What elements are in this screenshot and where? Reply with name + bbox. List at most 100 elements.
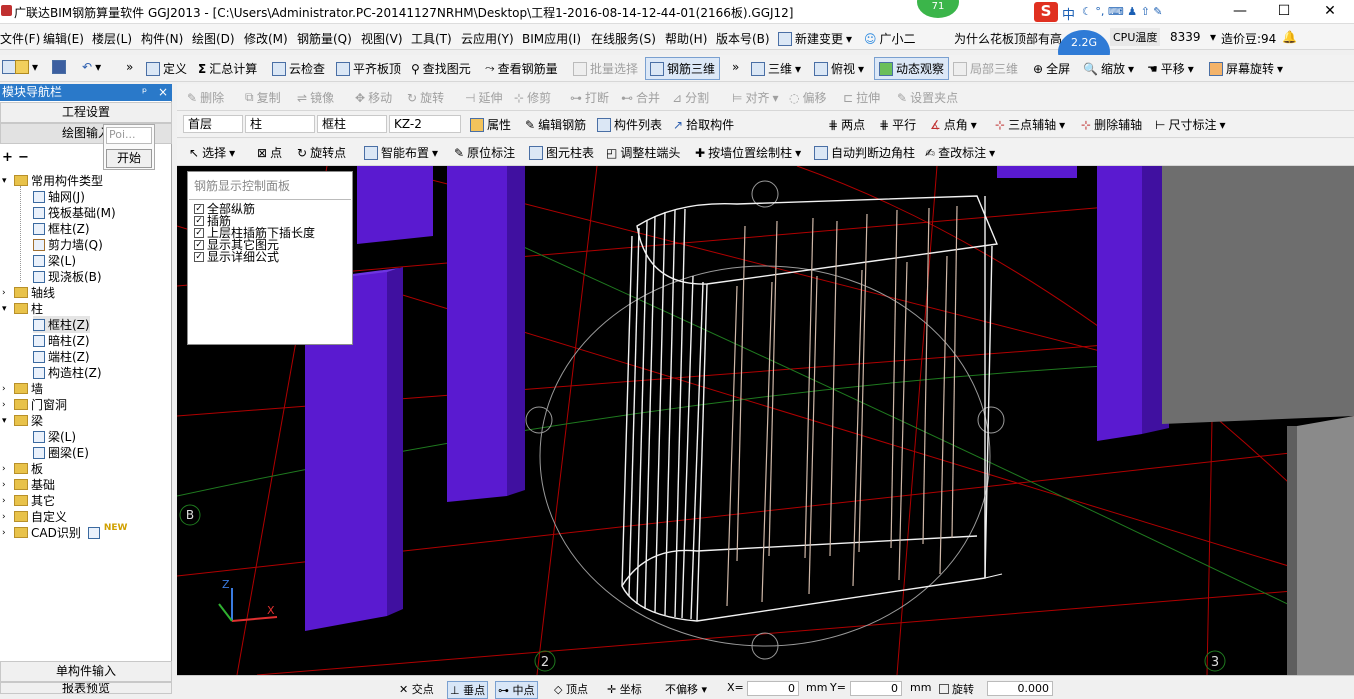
edit-rebar-button[interactable]: ✎ 编辑钢筋 <box>525 116 586 133</box>
tree-folder[interactable]: › CAD识别 NEW <box>2 523 127 541</box>
snap-coordinate[interactable]: ✛ 坐标 <box>607 681 642 697</box>
tree-folder[interactable]: › 墙 <box>2 380 43 397</box>
y-input[interactable]: 0 <box>850 681 902 696</box>
ime-mode[interactable]: 中 <box>1062 4 1075 23</box>
expand-toggle-icon[interactable]: › <box>2 400 11 410</box>
offset-select[interactable]: 不偏移 ▾ <box>665 681 707 697</box>
trim-button[interactable]: ⊹ 修剪 <box>514 89 551 106</box>
save-icon[interactable] <box>52 60 66 74</box>
subtype-select[interactable]: 框柱 <box>317 115 387 133</box>
pan-button[interactable]: ☚ 平移 ▾ <box>1147 60 1194 77</box>
snap-perpendicular[interactable]: ⊥ 垂点 <box>447 681 489 699</box>
top-view-button[interactable]: 俯视 ▾ <box>814 60 864 77</box>
project-settings-button[interactable]: 工程设置 <box>0 102 172 123</box>
tree-item[interactable]: 构造柱(Z) <box>33 364 102 381</box>
expand-toggle-icon[interactable]: › <box>2 480 11 490</box>
tree-item[interactable]: 框柱(Z) <box>33 316 90 333</box>
collapse-all-icon[interactable]: − <box>18 150 29 165</box>
offset-button[interactable]: ◌ 偏移 <box>789 89 827 106</box>
check-label-button[interactable]: ✍ 查改标注 ▾ <box>925 144 995 161</box>
tree-folder[interactable]: › 自定义 <box>2 508 67 525</box>
close-button[interactable]: ✕ <box>1318 2 1342 20</box>
tree-item[interactable]: 圈梁(E) <box>33 444 89 461</box>
tree-item[interactable]: 端柱(Z) <box>33 348 90 365</box>
expand-toggle-icon[interactable]: › <box>2 512 11 522</box>
minimize-button[interactable]: — <box>1228 2 1252 20</box>
menu-draw[interactable]: 绘图(D) <box>192 30 235 47</box>
expand-toggle-icon[interactable]: › <box>2 384 11 394</box>
expand-toggle-icon[interactable]: ▾ <box>2 176 11 186</box>
menu-modify[interactable]: 修改(M) <box>244 30 288 47</box>
inplace-label-button[interactable]: ✎ 原位标注 <box>454 144 515 161</box>
expand-toggle-icon[interactable]: › <box>2 288 11 298</box>
ime-logo-icon[interactable]: S <box>1034 2 1058 22</box>
notice-text[interactable]: 为什么花板顶部有高 <box>954 30 1062 47</box>
menu-cloud[interactable]: 云应用(Y) <box>461 30 514 47</box>
point-button[interactable]: ⊠ 点 <box>257 144 282 161</box>
tree-item[interactable]: 现浇板(B) <box>33 268 102 285</box>
summary-calc-button[interactable]: Σ 汇总计算 <box>198 60 257 77</box>
parallel-button[interactable]: ⋕ 平行 <box>879 116 916 133</box>
menu-floor[interactable]: 楼层(L) <box>92 30 132 47</box>
tree-item[interactable]: 剪力墙(Q) <box>33 236 103 253</box>
tree-folder[interactable]: › 板 <box>2 460 43 477</box>
nav-close-icon[interactable]: × <box>158 84 168 101</box>
view-rebar-qty-button[interactable]: ⤳ 查看钢筋量 <box>485 60 558 77</box>
column-table-button[interactable]: 图元柱表 <box>529 144 594 161</box>
pick-component-button[interactable]: ↗ 拾取构件 <box>673 116 734 133</box>
ime-tools-icon[interactable]: ☾ °, ⌨ ♟ ⇧ ✎ <box>1082 5 1163 18</box>
three-point-axis-button[interactable]: ⊹ 三点辅轴 ▾ <box>995 116 1065 133</box>
type-select[interactable]: 柱 <box>245 115 315 133</box>
undo-icon[interactable]: ↶ ▾ <box>82 60 101 74</box>
batch-select-button[interactable]: 批量选择 <box>573 60 638 77</box>
delete-button[interactable]: ✎ 删除 <box>187 89 224 106</box>
snap-intersection[interactable]: ✕ 交点 <box>399 681 434 697</box>
tree-folder[interactable]: › 基础 <box>2 476 55 493</box>
expand-toggle-icon[interactable]: › <box>2 464 11 474</box>
menu-rebar[interactable]: 钢筋量(Q) <box>297 30 352 47</box>
expand-toggle-icon[interactable]: › <box>2 496 11 506</box>
checkbox-show-formula[interactable]: ✓ 显示详细公式 <box>194 251 279 263</box>
tree-folder[interactable]: › 其它 <box>2 492 55 509</box>
orbit-button[interactable]: 动态观察 <box>874 57 950 80</box>
stretch-button[interactable]: ⊏ 拉伸 <box>843 89 880 106</box>
tree-folder[interactable]: ▾ 梁 <box>2 412 43 429</box>
expand-toggle-icon[interactable]: ▾ <box>2 416 11 426</box>
point-angle-button[interactable]: ∡ 点角 ▾ <box>930 116 977 133</box>
component-id-select[interactable]: KZ-2 <box>389 115 461 133</box>
rotate-checkbox[interactable]: 旋转 <box>939 681 974 697</box>
zoom-button[interactable]: 🔍 缩放 ▾ <box>1083 60 1134 77</box>
move-button[interactable]: ✥ 移动 <box>355 89 392 106</box>
select-button[interactable]: ↖ 选择 ▾ <box>189 144 235 161</box>
two-point-button[interactable]: ⋕ 两点 <box>828 116 865 133</box>
rotate-point-button[interactable]: ↻ 旋转点 <box>297 144 346 161</box>
new-file-icon[interactable] <box>2 60 16 74</box>
rebar-3d-button[interactable]: 钢筋三维 <box>645 57 721 80</box>
draw-by-wall-button[interactable]: ✚ 按墙位置绘制柱 ▾ <box>695 144 801 161</box>
menu-tools[interactable]: 工具(T) <box>411 30 452 47</box>
popup-input[interactable]: Poi... <box>106 127 152 144</box>
menu-version[interactable]: 版本号(B) <box>716 30 770 47</box>
price-beans[interactable]: 造价豆:94 <box>1221 30 1276 47</box>
tree-folder[interactable]: › 门窗洞 <box>2 396 67 413</box>
snap-vertex[interactable]: ◇ 顶点 <box>554 681 588 697</box>
x-input[interactable]: 0 <box>747 681 799 696</box>
floor-select[interactable]: 首层 <box>183 115 243 133</box>
tree-item[interactable]: 筏板基础(M) <box>33 204 116 221</box>
new-change-button[interactable]: 新建变更 ▾ <box>778 30 852 47</box>
find-element-button[interactable]: ⚲ 查找图元 <box>411 60 471 77</box>
menu-component[interactable]: 构件(N) <box>141 30 183 47</box>
break-button[interactable]: ⊶ 打断 <box>570 89 609 106</box>
merge-button[interactable]: ⊷ 合并 <box>621 89 660 106</box>
cloud-check-button[interactable]: 云检查 <box>272 60 325 77</box>
open-folder-icon[interactable]: ▾ <box>15 60 38 74</box>
menu-edit[interactable]: 编辑(E) <box>43 30 84 47</box>
score-badge[interactable]: 71 <box>917 0 959 18</box>
start-button[interactable]: 开始 <box>106 149 152 168</box>
tree-folder[interactable]: › 轴线 <box>2 284 55 301</box>
orbit-handle-right[interactable] <box>977 406 1005 434</box>
menu-file[interactable]: 文件(F) <box>0 30 40 47</box>
expand-toggle-icon[interactable]: › <box>2 528 11 538</box>
rotate-button[interactable]: ↻ 旋转 <box>407 89 444 106</box>
full-view-button[interactable]: ⊕ 全屏 <box>1033 60 1070 77</box>
